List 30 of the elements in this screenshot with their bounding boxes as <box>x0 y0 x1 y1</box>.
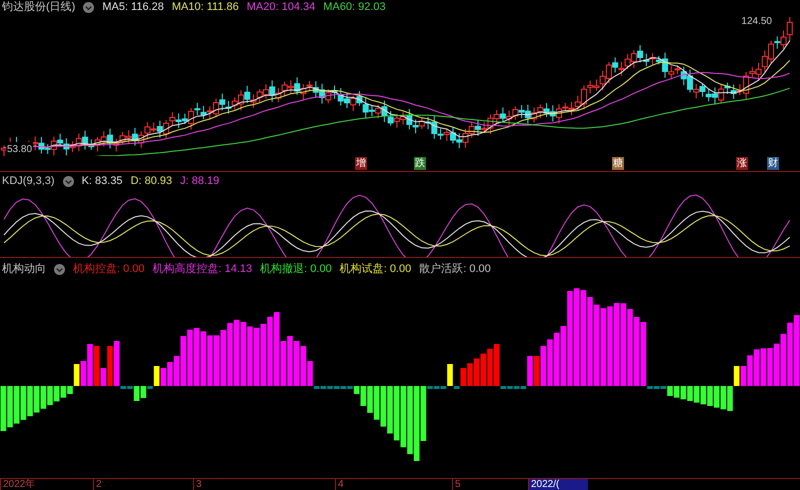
panel-title: 钧达股份(日线) <box>2 2 76 12</box>
indicator-value: MA5: 116.28 <box>102 2 164 12</box>
chevron-down-icon[interactable] <box>54 264 65 274</box>
indicator-value: J: 88.19 <box>180 176 220 186</box>
panel-title: KDJ(9,3,3) <box>2 176 55 186</box>
indicator-value: MA20: 104.34 <box>246 2 316 12</box>
event-marker[interactable]: 财 <box>767 157 779 170</box>
event-marker[interactable]: 增 <box>355 157 367 170</box>
date-axis-label: 2022年 <box>0 479 93 490</box>
date-axis-label: 3 <box>193 479 335 490</box>
low-price-label: 53.80 <box>6 142 34 157</box>
indicator-value: 机构高度控盘: 14.13 <box>152 264 252 274</box>
indicator-value: MA10: 111.86 <box>172 2 239 12</box>
chevron-down-icon[interactable] <box>83 2 94 12</box>
high-price-label: 124.50 <box>741 15 772 29</box>
chevron-down-icon[interactable] <box>62 176 74 186</box>
event-marker[interactable]: 涨 <box>736 157 748 170</box>
date-axis-label: 2 <box>93 479 193 490</box>
indicator-value: 散户活跃: 0.00 <box>419 264 491 274</box>
date-axis-label: 2022/( <box>528 479 588 490</box>
event-marker[interactable]: 跌 <box>414 157 426 170</box>
indicator-value: 机构撤退: 0.00 <box>260 264 332 274</box>
indicator-value: 机构试盘: 0.00 <box>340 264 412 274</box>
event-marker[interactable]: 糖 <box>612 157 624 170</box>
indicator-value: K: 83.35 <box>82 176 123 186</box>
date-axis-label: 4 <box>335 479 452 490</box>
indicator-value: MA60: 92.03 <box>323 2 386 12</box>
indicator-value: D: 80.93 <box>130 176 172 186</box>
panel-title: 机构动向 <box>2 264 46 274</box>
indicator-value: 机构控盘: 0.00 <box>73 264 145 274</box>
